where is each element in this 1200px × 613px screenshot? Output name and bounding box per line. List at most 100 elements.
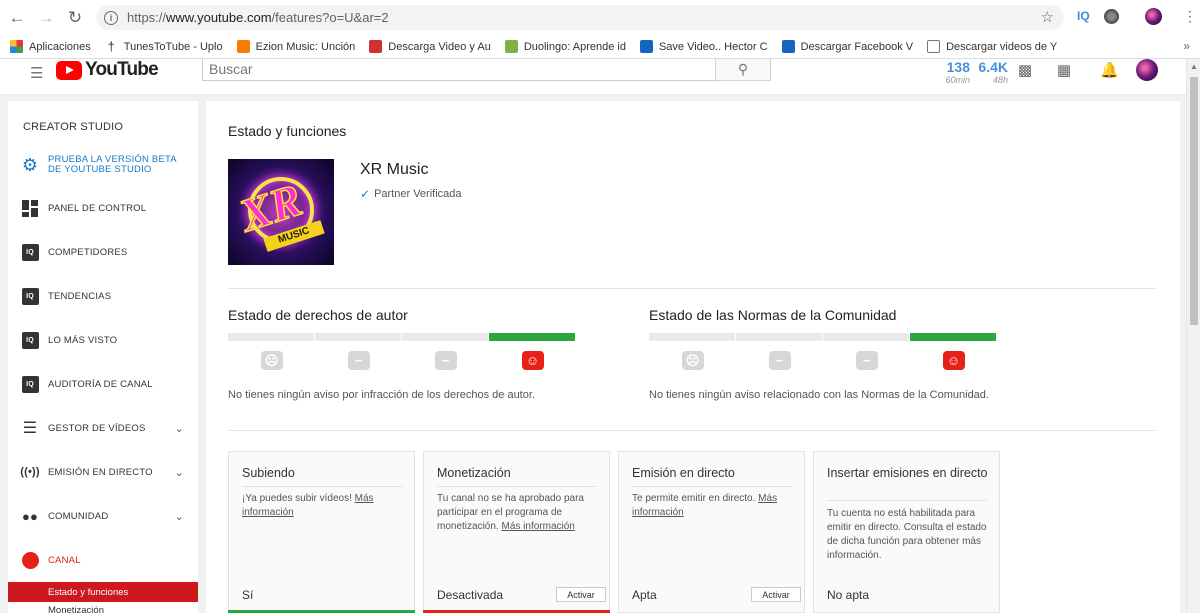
bookmark-apps[interactable]: Aplicaciones [10,40,91,53]
reload-icon[interactable]: ↻ [63,6,87,30]
youtube-header: ☰ YouTube Buscar ⚲ 138 60min 6.4K 48h ▩ … [0,59,1186,95]
card-title: Insertar emisiones en directo [827,466,988,480]
vidiq-icon: IQ [21,243,39,261]
bookmark-duolingo[interactable]: Duolingo: Aprende id [504,40,626,53]
views-60min-label: 60min [945,75,970,85]
bookmark-ezion[interactable]: Ezion Music: Unción [236,40,356,53]
community-status-title: Estado de las Normas de la Comunidad [649,307,897,323]
back-arrow-icon[interactable]: ← [5,6,29,30]
community-status-note: No tienes ningún aviso relacionado con l… [649,389,989,401]
happy-face-icon: ☺ [521,351,544,370]
savevideo-icon [639,40,653,53]
sidebar-item-most-viewed[interactable]: IQ LO MÁS VISTO [8,331,198,349]
people-icon: ●● [21,508,39,524]
notifications-bell-icon[interactable]: 🔔 [1100,61,1119,79]
copyright-status-faces: ☹ − − ☺ [228,351,576,370]
page-scrollbar[interactable]: ▲ [1186,59,1200,613]
divider [228,288,1155,289]
bookmark-star-icon[interactable]: ☆ [1041,8,1054,26]
status-segment [402,333,488,341]
sidebar-item-live-streaming[interactable]: ((•)) EMISIÓN EN DIRECTO ⌄ [8,463,198,481]
sidebar-subitem-monetization[interactable]: Monetización [48,605,104,613]
feature-card-monetization: Monetización Tu canal no se ha aprobado … [423,451,610,613]
bookmarks-bar: Aplicaciones † TunesToTube - Uplo Ezion M… [0,35,1200,59]
feature-card-uploading: Subiendo ¡Ya puedes subir vídeos! Más in… [228,451,415,613]
bookmark-label: Save Video.. Hector C [658,40,768,53]
sidebar-item-label: PANEL DE CONTROL [48,202,147,214]
search-button[interactable]: ⚲ [715,59,771,81]
channel-name[interactable]: XR Music [360,161,428,179]
download-icon [369,40,383,53]
bookmark-save-video[interactable]: Save Video.. Hector C [639,40,768,53]
bookmark-label: Descarga Video y Au [388,40,491,53]
sidebar-item-competitors[interactable]: IQ COMPETIDORES [8,243,198,261]
profile-avatar[interactable] [1145,8,1162,25]
channel-thumbnail[interactable]: XR MUSIC [228,159,334,265]
enable-live-button[interactable]: Activar [751,587,801,602]
bookmark-descargar-videos[interactable]: Descargar videos de Y [927,40,1057,53]
more-info-link[interactable]: Más información [501,521,574,532]
vidiq-icon: IQ [21,287,39,305]
card-description: ¡Ya puedes subir vídeos! Más información [242,492,407,520]
views-48h-value: 6.4K [978,59,1008,75]
browser-toolbar: ← → ↻ i https://www.youtube.com/features… [0,0,1200,35]
sidebar-item-dashboard[interactable]: PANEL DE CONTROL [8,199,198,217]
upload-video-icon[interactable]: ▦ [1057,61,1071,79]
youtube-logo[interactable]: YouTube [56,59,159,81]
status-segment [228,333,314,341]
views-48h-stat[interactable]: 6.4K 48h [978,59,1008,85]
bookmarks-overflow-icon[interactable]: » [1183,39,1190,53]
analytics-icon[interactable]: ▩ [1018,61,1032,79]
card-description: Te permite emitir en directo. Más inform… [632,492,797,520]
bookmark-label: Aplicaciones [29,40,91,53]
menu-icon[interactable]: ☰ [30,64,43,82]
address-bar[interactable]: i https://www.youtube.com/features?o=U&a… [96,5,1064,30]
gear-icon: ⚙ [21,155,39,175]
bookmark-label: TunesToTube - Uplo [123,40,223,53]
ezion-icon [236,40,250,53]
apps-icon [10,40,23,53]
sidebar-item-channel[interactable]: CANAL [8,551,198,569]
sidebar-subitem-status-features[interactable]: Estado y funciones [8,582,198,602]
copyright-status-title: Estado de derechos de autor [228,307,408,323]
url-prefix: https:// [127,10,167,25]
sidebar-item-label: EMISIÓN EN DIRECTO [48,466,153,478]
status-segment-active [910,333,996,341]
globe-extension-icon[interactable] [1104,9,1119,24]
info-icon[interactable]: i [104,10,118,25]
account-avatar[interactable] [1136,59,1158,81]
card-status: Sí [242,588,254,602]
card-status: Apta [632,588,657,602]
chevron-down-icon: ⌄ [174,510,184,523]
search-input[interactable]: Buscar [202,59,716,81]
page-title: Estado y funciones [228,123,347,139]
bookmark-tunestotube[interactable]: † TunesToTube - Uplo [105,40,223,53]
community-status-faces: ☹ − − ☺ [649,351,997,370]
more-vert-icon[interactable]: ⋮ [1183,8,1197,25]
sidebar-item-beta-studio[interactable]: ⚙ PRUEBA LA VERSIÓN BETA DE YOUTUBE STUD… [8,155,198,175]
vidiq-icon: IQ [21,331,39,349]
iq-extension-icon[interactable]: IQ [1077,9,1090,23]
scroll-up-icon[interactable]: ▲ [1190,62,1198,71]
bookmark-descarga-video[interactable]: Descarga Video y Au [369,40,491,53]
enable-monetization-button[interactable]: Activar [556,587,606,602]
bookmark-label: Descargar Facebook V [800,40,914,53]
dashboard-icon [21,199,39,217]
url-host: www.youtube.com [166,10,272,25]
sidebar-item-community[interactable]: ●● COMUNIDAD ⌄ [8,507,198,525]
scroll-thumb[interactable] [1190,77,1198,325]
bookmark-descargar-facebook[interactable]: Descargar Facebook V [781,40,914,53]
sidebar-item-trends[interactable]: IQ TENDENCIAS [8,287,198,305]
status-segment-active [489,333,575,341]
card-divider [437,486,597,487]
status-segment [823,333,909,341]
forward-arrow-icon[interactable]: → [34,6,58,30]
bookmark-label: Ezion Music: Unción [255,40,356,53]
sidebar-item-video-manager[interactable]: ☰ GESTOR DE VÍDEOS ⌄ [8,419,198,437]
views-60min-stat[interactable]: 138 60min [940,59,970,85]
sidebar-item-channel-audit[interactable]: IQ AUDITORÍA DE CANAL [8,375,198,393]
beta-line-2: DE YOUTUBE STUDIO [48,164,152,175]
neutral-face-icon: − [347,351,370,370]
copyright-status-note: No tienes ningún aviso por infracción de… [228,389,535,401]
url-path: /features?o=U&ar=2 [271,10,389,25]
